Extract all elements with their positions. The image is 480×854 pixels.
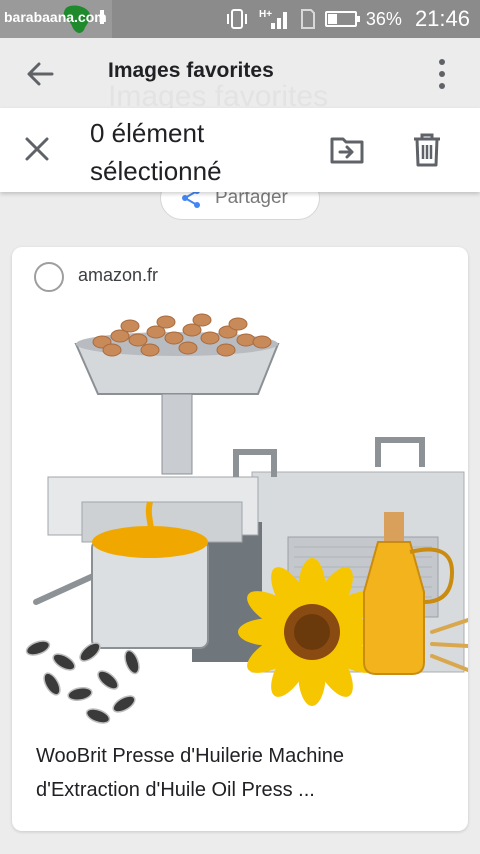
status-bar: barabaana.com H+ 36% 21:46 (0, 0, 480, 38)
favorite-image-card[interactable]: amazon.fr WooBrit Presse d'Huilerie Mach… (12, 247, 468, 831)
clock: 21:46 (414, 6, 470, 31)
network-type: H+ (259, 9, 272, 20)
move-to-folder-icon[interactable] (330, 134, 364, 166)
svg-text:barabaana.com: barabaana.com (4, 9, 107, 25)
signal-icon: H+ (259, 9, 287, 29)
battery-percent: 36% (365, 8, 402, 29)
battery-icon (324, 11, 360, 27)
image-source: amazon.fr (78, 265, 159, 285)
close-icon[interactable] (20, 132, 54, 166)
image-caption: WooBrit Presse d'Huilerie Machine d'Extr… (36, 745, 345, 801)
sim-icon (300, 9, 315, 29)
vibrate-icon (226, 9, 247, 29)
product-image (25, 313, 468, 724)
battery-level (327, 14, 337, 24)
more-vert-icon[interactable] (432, 54, 452, 94)
selection-bar: 0 élément sélectionné (0, 108, 480, 192)
arrow-left-icon[interactable] (22, 56, 58, 92)
select-radio[interactable] (34, 262, 64, 292)
barabaana-logo: barabaana.com (0, 0, 112, 38)
trash-icon[interactable] (410, 132, 444, 168)
selection-count: 0 élément sélectionné (90, 118, 222, 186)
